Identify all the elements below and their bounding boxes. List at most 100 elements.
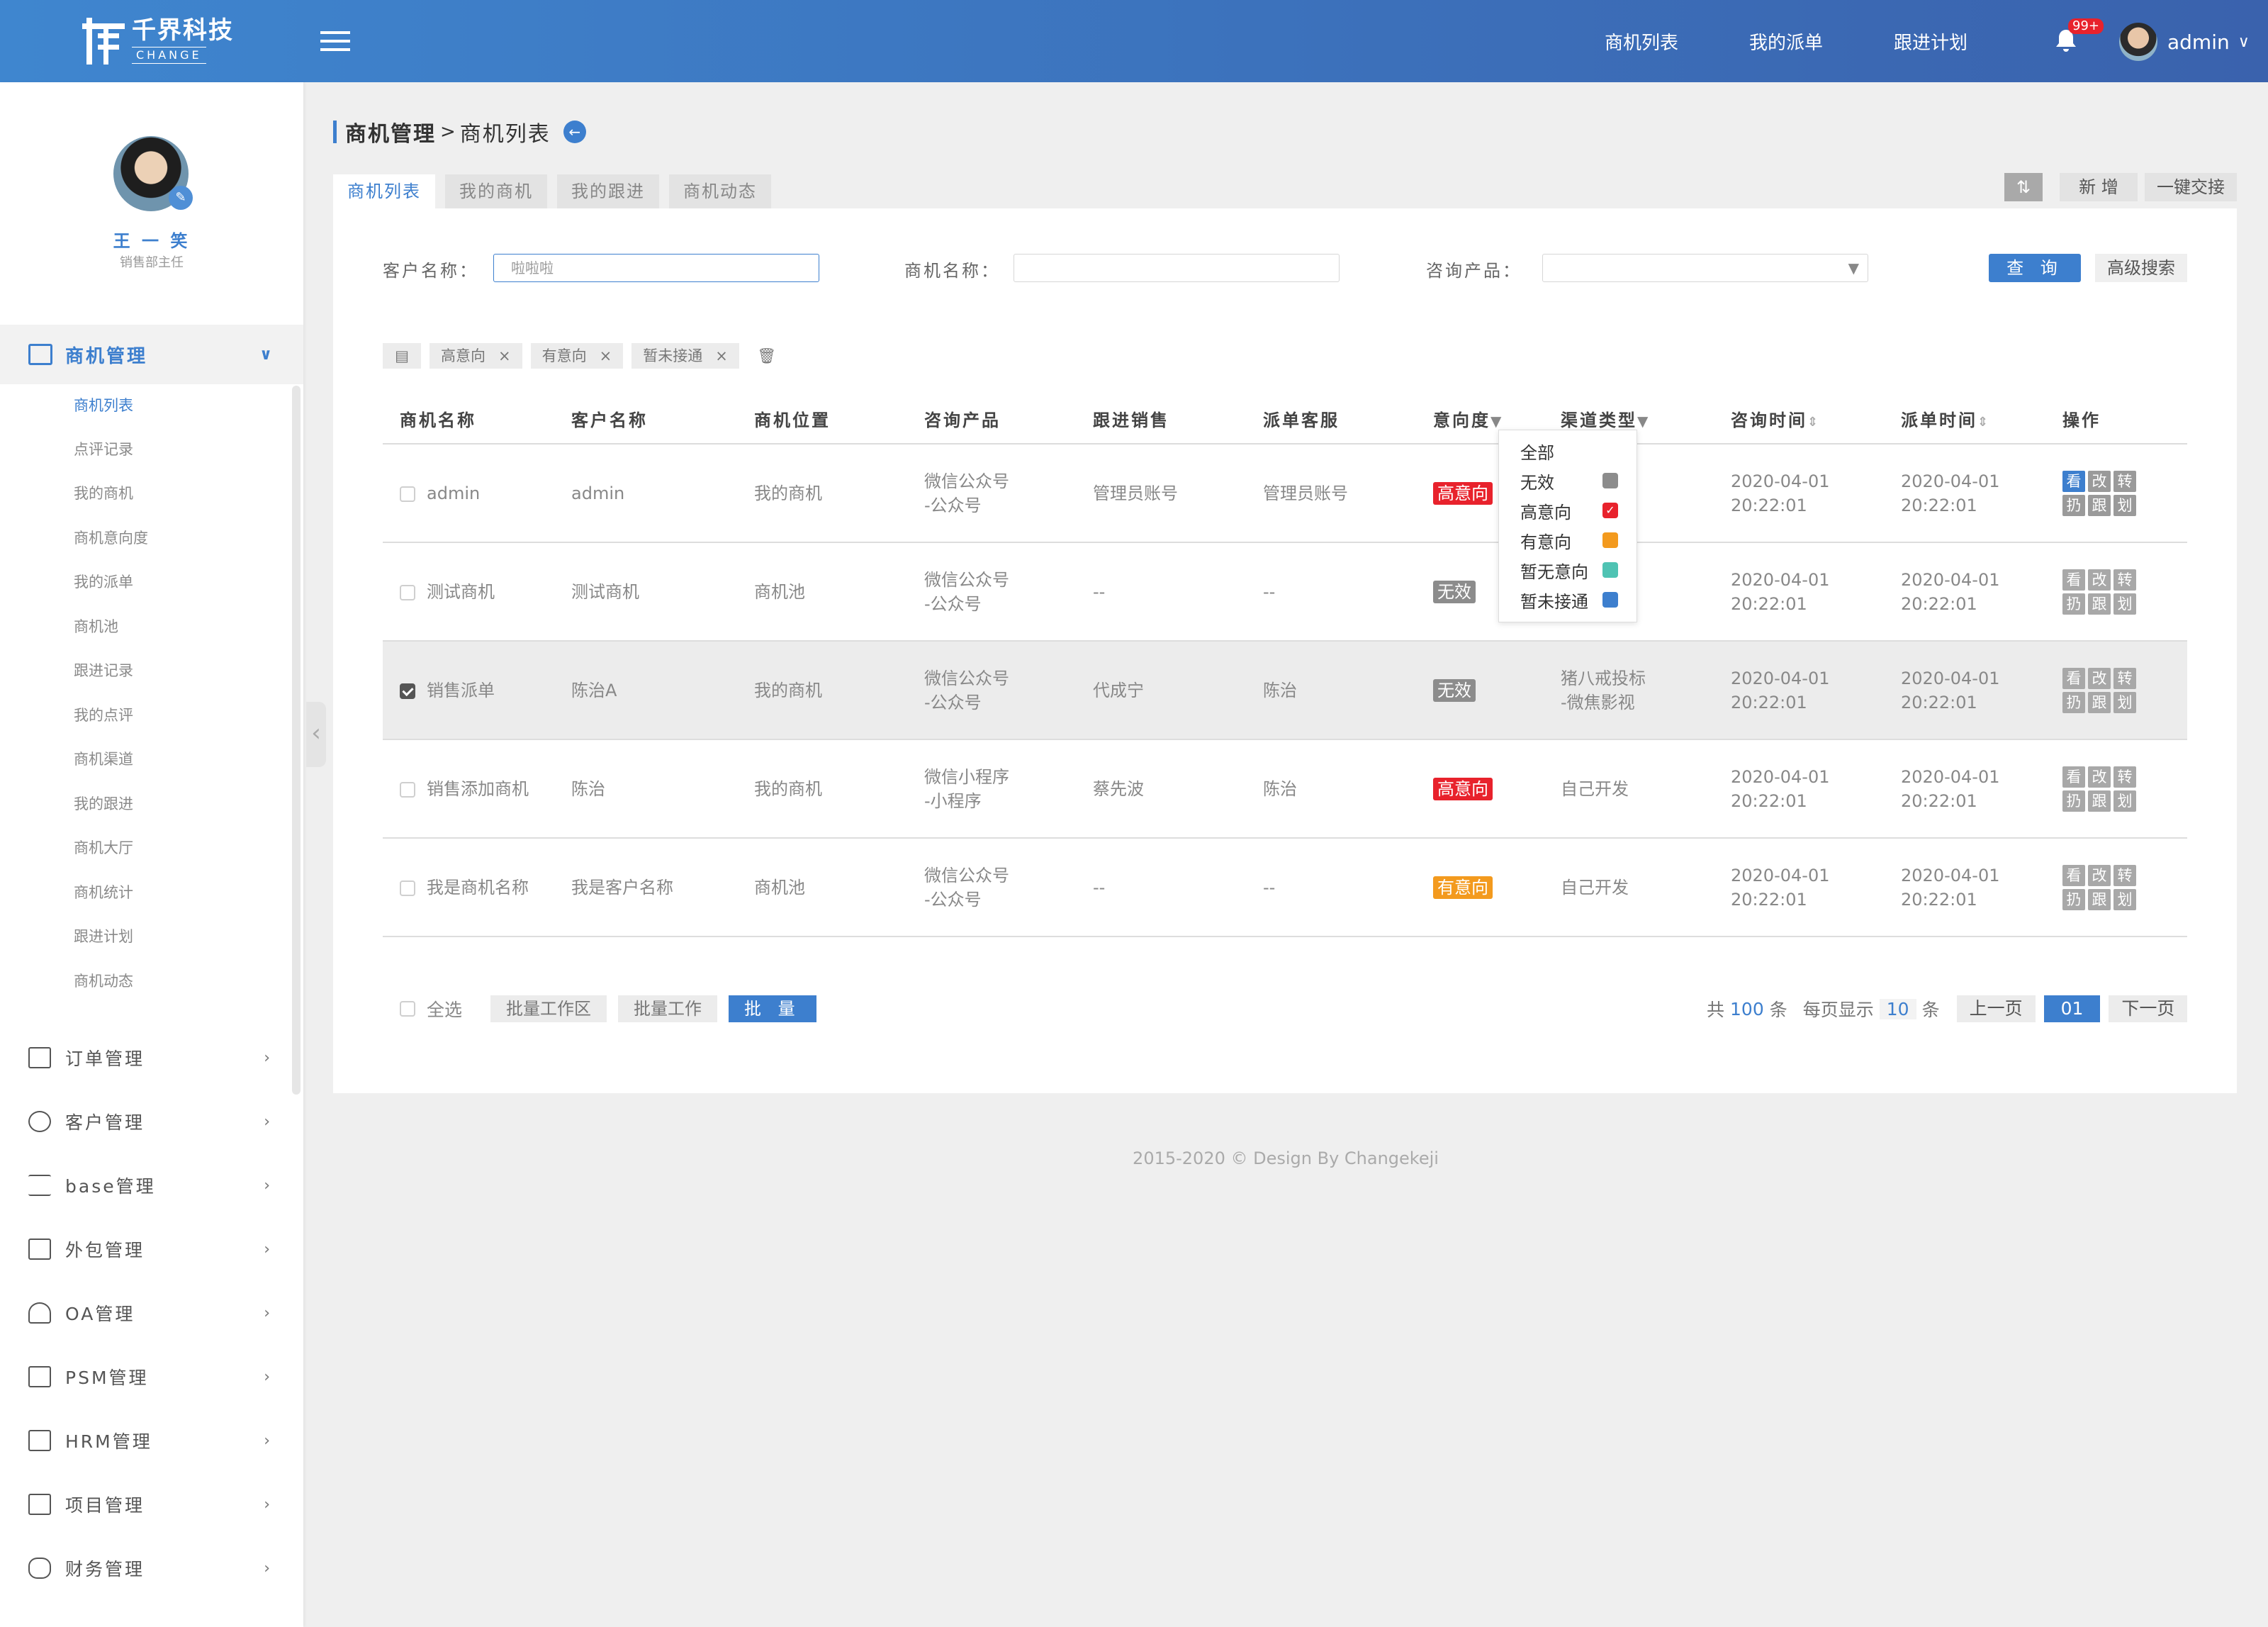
row-action-button[interactable]: 划: [2113, 790, 2136, 812]
status-dot[interactable]: [1602, 532, 1618, 548]
status-dot[interactable]: [1602, 473, 1618, 488]
row-action-button[interactable]: 跟: [2088, 888, 2111, 910]
close-icon[interactable]: ×: [600, 347, 612, 364]
row-action-button[interactable]: 看: [2062, 667, 2085, 689]
row-action-button[interactable]: 看: [2062, 766, 2085, 788]
status-dot[interactable]: [1602, 562, 1618, 578]
sidebar-sub-item[interactable]: 我的点评: [74, 704, 133, 725]
current-page[interactable]: 01: [2043, 995, 2101, 1022]
dropdown-option[interactable]: 有意向: [1520, 528, 1571, 553]
checkmark-icon[interactable]: ✓: [1602, 503, 1618, 518]
sidebar-item-base[interactable]: base管理 ›: [0, 1164, 303, 1207]
row-action-button[interactable]: 划: [2113, 593, 2136, 615]
row-checkbox[interactable]: [400, 683, 415, 699]
sidebar-item-customers[interactable]: 客户管理 ›: [0, 1100, 303, 1143]
row-action-button[interactable]: 扔: [2062, 593, 2085, 615]
sidebar-sub-item[interactable]: 商机池: [74, 615, 118, 637]
table-row[interactable]: 我是商机名称 我是客户名称 商机池 微信公众号 -公众号 -- -- 有意向 自己开发 2020-…: [383, 838, 2187, 937]
close-icon[interactable]: ×: [715, 347, 728, 364]
row-action-button[interactable]: 扔: [2062, 494, 2085, 516]
sidebar-sub-item[interactable]: 商机动态: [74, 970, 133, 991]
batch-button[interactable]: 批 量: [729, 995, 816, 1022]
col-header-dispatch-time[interactable]: 派单时间⇕: [1884, 394, 2045, 445]
row-action-button[interactable]: 跟: [2088, 691, 2111, 713]
row-action-button[interactable]: 跟: [2088, 494, 2111, 516]
sidebar-sub-item[interactable]: 我的跟进: [74, 793, 133, 814]
row-action-button[interactable]: 转: [2113, 667, 2136, 689]
sidebar-sub-item[interactable]: 我的商机: [74, 482, 133, 503]
table-row[interactable]: 测试商机 测试商机 商机池 微信公众号 -公众号 -- -- 无效 2020-04-01 20:2…: [383, 542, 2187, 642]
sidebar-item-projects[interactable]: 项目管理 ›: [0, 1483, 303, 1526]
row-checkbox[interactable]: [400, 781, 415, 798]
sidebar-item-orders[interactable]: 订单管理 ›: [0, 1036, 303, 1079]
topnav-my-dispatch[interactable]: 我的派单: [1749, 28, 1823, 55]
table-row[interactable]: 销售派单 陈治A 我的商机 微信公众号 -公众号 代成宁 陈治 无效 猪八戒投标 -微焦影视 202…: [383, 641, 2187, 740]
menu-toggle-icon[interactable]: [320, 31, 350, 52]
row-checkbox[interactable]: [400, 486, 415, 502]
sidebar-sub-item[interactable]: 商机渠道: [74, 748, 133, 769]
sidebar-sub-item[interactable]: 商机列表: [74, 394, 133, 415]
opportunity-name-input[interactable]: [1014, 254, 1340, 282]
row-action-button[interactable]: 转: [2113, 569, 2136, 591]
sidebar-item-psm[interactable]: PSM管理 ›: [0, 1355, 303, 1398]
select-all-checkbox[interactable]: [400, 1001, 415, 1017]
row-action-button[interactable]: 转: [2113, 864, 2136, 886]
back-arrow-icon[interactable]: ←: [563, 121, 586, 143]
row-action-button[interactable]: 转: [2113, 766, 2136, 788]
row-action-button[interactable]: 划: [2113, 494, 2136, 516]
clipboard-icon[interactable]: ▤: [383, 343, 421, 369]
row-action-button[interactable]: 跟: [2088, 790, 2111, 812]
row-action-button[interactable]: 转: [2113, 470, 2136, 492]
caret-down-icon[interactable]: ▼: [1491, 413, 1503, 430]
sidebar-sub-item[interactable]: 跟进记录: [74, 659, 133, 681]
sidebar-collapse-icon[interactable]: ‹: [306, 702, 326, 767]
caret-down-icon[interactable]: ▼: [1637, 413, 1650, 430]
next-page-button[interactable]: 下一页: [2109, 995, 2188, 1022]
row-action-button[interactable]: 改: [2088, 569, 2111, 591]
prev-page-button[interactable]: 上一页: [1956, 995, 2036, 1022]
dropdown-option[interactable]: 全部: [1520, 439, 1554, 464]
sidebar-scrollbar[interactable]: [292, 386, 301, 1095]
dropdown-option[interactable]: 暂未接通: [1520, 588, 1588, 613]
filter-chip[interactable]: 暂未接通 ×: [631, 343, 739, 369]
filter-chip[interactable]: 高意向 ×: [430, 343, 522, 369]
trash-icon[interactable]: 🗑: [747, 343, 786, 369]
row-action-button[interactable]: 改: [2088, 667, 2111, 689]
sidebar-item-oa[interactable]: OA管理 ›: [0, 1292, 303, 1334]
edit-profile-icon[interactable]: ✎: [169, 186, 193, 210]
sidebar-item-finance[interactable]: 财务管理 ›: [0, 1547, 303, 1589]
col-header-consult-time[interactable]: 咨询时间⇕: [1714, 394, 1884, 445]
tab-opportunity-activity[interactable]: 商机动态: [669, 174, 771, 208]
dropdown-option[interactable]: 高意向: [1520, 498, 1571, 523]
dropdown-option[interactable]: 无效: [1520, 469, 1554, 493]
row-action-button[interactable]: 看: [2062, 569, 2085, 591]
customer-name-input[interactable]: 啦啦啦: [493, 254, 819, 282]
sidebar-sub-item[interactable]: 商机大厅: [74, 837, 133, 858]
row-action-button[interactable]: 划: [2113, 888, 2136, 910]
tab-opportunity-list[interactable]: 商机列表: [333, 174, 435, 208]
sidebar-sub-item[interactable]: 我的派单: [74, 571, 133, 592]
dropdown-option[interactable]: 暂无意向: [1520, 558, 1588, 583]
table-row[interactable]: admin admin 我的商机 微信公众号 -公众号 管理员账号 管理员账号 高意向 2020…: [383, 444, 2187, 543]
tab-my-opportunity[interactable]: 我的商机: [445, 174, 547, 208]
table-row[interactable]: 销售添加商机 陈治 我的商机 微信小程序 -小程序 蔡先波 陈治 高意向 自己开发 2020-04…: [383, 739, 2187, 839]
row-action-button[interactable]: 划: [2113, 691, 2136, 713]
row-action-button[interactable]: 改: [2088, 470, 2111, 492]
sidebar-item-hrm[interactable]: HRM管理 ›: [0, 1419, 303, 1462]
filter-chip[interactable]: 有意向 ×: [530, 343, 624, 369]
breadcrumb-parent[interactable]: 商机管理: [345, 116, 436, 147]
row-action-button[interactable]: 扔: [2062, 888, 2085, 910]
sort-icon[interactable]: ⇕: [1807, 415, 1820, 430]
row-action-button[interactable]: 跟: [2088, 593, 2111, 615]
status-dot[interactable]: [1602, 592, 1618, 608]
batch-area-button[interactable]: 批量工作区: [490, 995, 607, 1022]
brand-logo[interactable]: 千界科技 CHANGE: [82, 16, 234, 67]
row-action-button[interactable]: 看: [2062, 470, 2085, 492]
sidebar-sub-item[interactable]: 商机意向度: [74, 527, 148, 548]
sidebar-section-opportunity[interactable]: 商机管理 ∨: [0, 325, 303, 384]
row-action-button[interactable]: 扔: [2062, 691, 2085, 713]
sidebar-sub-item[interactable]: 商机统计: [74, 881, 133, 902]
topnav-follow-plan[interactable]: 跟进计划: [1894, 28, 1967, 55]
sidebar-sub-item[interactable]: 跟进计划: [74, 925, 133, 946]
product-select[interactable]: ▼: [1542, 254, 1868, 282]
